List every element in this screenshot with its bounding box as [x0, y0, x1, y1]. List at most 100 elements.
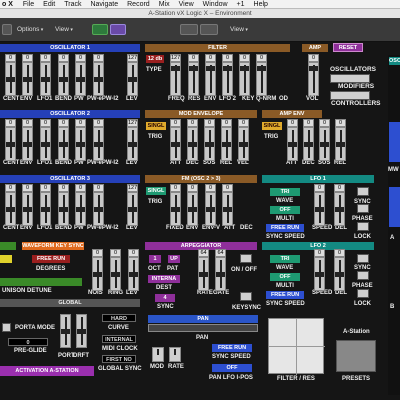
osc3-fader-4[interactable]	[75, 192, 86, 226]
osc2-fader-4[interactable]	[75, 127, 86, 161]
osc1-fader-1[interactable]	[22, 62, 33, 96]
osc3-fader-0[interactable]	[5, 192, 16, 226]
view-menu[interactable]: View	[55, 24, 73, 35]
osc2-fader-1[interactable]	[22, 127, 33, 161]
pointer-tool[interactable]	[180, 24, 198, 35]
amp-env-fader-1[interactable]	[303, 127, 314, 161]
filter-fader-2[interactable]	[205, 62, 216, 96]
toolbar-menu-button[interactable]	[2, 24, 12, 35]
internal-display[interactable]: INTERNAL	[102, 335, 136, 343]
osc2-fader-5[interactable]	[93, 127, 104, 161]
lfo1-lock-button[interactable]	[357, 222, 369, 231]
pencil-tool[interactable]	[200, 24, 218, 35]
lfo2-phase-button[interactable]	[357, 271, 369, 280]
amp-env-singl-display[interactable]: SINGL	[262, 122, 282, 130]
lfo2-fader-0[interactable]	[314, 257, 325, 291]
osc1-fader-5[interactable]	[93, 62, 104, 96]
osc1-fader-3[interactable]	[58, 62, 69, 96]
lfo2-lock-button[interactable]	[357, 289, 369, 298]
mod-env-fader-3[interactable]	[221, 127, 232, 161]
mod-env-fader-4[interactable]	[238, 127, 249, 161]
lfo1-multi-display[interactable]: OFF	[270, 206, 300, 214]
lfo2-sync-display[interactable]: FREE RUN	[266, 291, 304, 299]
wks-free-run-display[interactable]: FREE RUN	[32, 255, 70, 263]
pre-glide-display[interactable]: 0	[8, 338, 48, 346]
pan-slider[interactable]	[148, 324, 258, 332]
rate-knob[interactable]	[169, 347, 181, 362]
side-blue-block-2[interactable]	[389, 187, 400, 227]
link-button[interactable]	[110, 24, 126, 35]
arp-fader-1[interactable]	[215, 257, 226, 291]
hard-display[interactable]: HARD	[102, 314, 136, 322]
mod-env-singl-display[interactable]: SINGL	[146, 122, 166, 130]
lfo1-sync-button[interactable]	[357, 187, 369, 196]
menu-track[interactable]: Track	[64, 0, 81, 9]
mod-env-fader-0[interactable]	[170, 127, 181, 161]
oscillators-button[interactable]	[330, 74, 370, 83]
arp-mode-display[interactable]: INTERNA	[148, 275, 180, 283]
view-menu-2[interactable]: View	[230, 24, 248, 35]
arp-onoff-button[interactable]	[240, 254, 252, 263]
pan-sync-display[interactable]: FREE RUN	[212, 344, 252, 352]
lfo2-wave-display[interactable]: TRI	[270, 255, 300, 263]
menu-help[interactable]: Help	[254, 0, 268, 9]
osc1-fader-2[interactable]	[40, 62, 51, 96]
lfo1-wave-display[interactable]: TRI	[270, 188, 300, 196]
arp-sync-display[interactable]: 4	[155, 294, 175, 302]
menu-edit[interactable]: Edit	[43, 0, 55, 9]
osc3-fader-6[interactable]	[127, 192, 138, 226]
osc2-fader-2[interactable]	[40, 127, 51, 161]
unison-detune-bar[interactable]	[0, 278, 82, 286]
amp-env-fader-3[interactable]	[335, 127, 346, 161]
osc2-fader-0[interactable]	[5, 127, 16, 161]
fm-fader-3[interactable]	[222, 192, 233, 226]
menu-navigate[interactable]: Navigate	[90, 0, 118, 9]
filter-fader-5[interactable]	[256, 62, 267, 96]
options-menu[interactable]: Options	[17, 24, 43, 35]
filter-fader-3[interactable]	[222, 62, 233, 96]
wks-lev-fader-0[interactable]	[92, 257, 103, 291]
porta-mode-button[interactable]	[2, 323, 11, 332]
fm-fader-1[interactable]	[187, 192, 198, 226]
mod-knob[interactable]	[152, 347, 164, 362]
osc3-fader-1[interactable]	[22, 192, 33, 226]
amp-env-fader-2[interactable]	[319, 127, 330, 161]
wks-lev-fader-1[interactable]	[110, 257, 121, 291]
first-no-display[interactable]: FIRST NO	[102, 355, 136, 363]
osc2-fader-3[interactable]	[58, 127, 69, 161]
mod-env-fader-1[interactable]	[187, 127, 198, 161]
menu-mix[interactable]: Mix	[159, 0, 170, 9]
mod-env-fader-2[interactable]	[204, 127, 215, 161]
lfo2-sync-button[interactable]	[357, 254, 369, 263]
drft-fader[interactable]	[76, 314, 87, 348]
midi-link-button[interactable]	[92, 24, 108, 35]
menu-window[interactable]: Window	[203, 0, 228, 9]
arp-fader-0[interactable]	[198, 257, 209, 291]
osc3-fader-3[interactable]	[58, 192, 69, 226]
menu-plus1[interactable]: +1	[237, 0, 245, 9]
menu-view[interactable]: View	[179, 0, 194, 9]
lfo1-sync-display[interactable]: FREE RUN	[266, 224, 304, 232]
modifiers-button[interactable]	[330, 91, 370, 100]
lfo2-fader-1[interactable]	[334, 257, 345, 291]
filter-type-display[interactable]: 12 db	[146, 55, 164, 63]
wks-lev-fader-2[interactable]	[128, 257, 139, 291]
osc2-fader-6[interactable]	[127, 127, 138, 161]
osc3-fader-5[interactable]	[93, 192, 104, 226]
activation-header[interactable]: ACTIVATION A-STATION	[0, 366, 94, 376]
side-blue-block-1[interactable]	[389, 122, 400, 162]
filter-fader-4[interactable]	[239, 62, 250, 96]
menu-record[interactable]: Record	[127, 0, 150, 9]
port-fader[interactable]	[60, 314, 71, 348]
fm-fader-2[interactable]	[205, 192, 216, 226]
menu-app[interactable]: o X	[2, 0, 13, 9]
arp-keysync-button[interactable]	[240, 292, 252, 301]
arp-oct-display[interactable]: 1	[149, 255, 161, 263]
reset-button[interactable]: RESET	[333, 43, 363, 52]
osc1-fader-0[interactable]	[5, 62, 16, 96]
menu-file[interactable]: File	[23, 0, 34, 9]
lfo1-phase-button[interactable]	[357, 204, 369, 213]
amp-vol-fader[interactable]	[308, 62, 319, 96]
fm-singl-display[interactable]: SINGL	[146, 187, 166, 195]
lfo2-multi-display[interactable]: OFF	[270, 273, 300, 281]
